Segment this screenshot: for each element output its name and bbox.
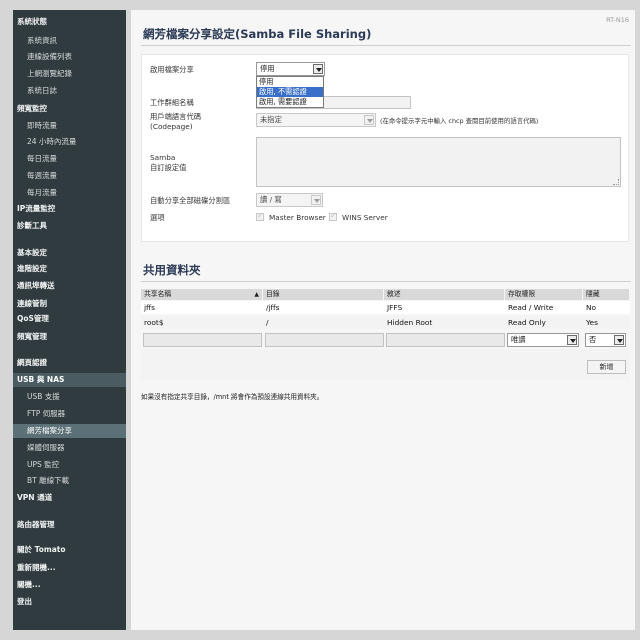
col-header-hidden[interactable]: 隱藏 [583,289,629,300]
enable-sharing-value: 停用 [260,64,275,73]
col-header-share-name[interactable]: 共享名稱 ▲ [141,289,262,300]
new-directory-input[interactable] [265,333,384,347]
workgroup-label: 工作群組名稱 [150,98,194,107]
sidebar-item[interactable]: 進階設定 [13,262,126,276]
dropdown-option[interactable]: 停用 [257,77,323,87]
enable-sharing-select[interactable]: 停用 [256,62,325,76]
cell-directory: /jffs [266,303,280,312]
sidebar-item[interactable]: FTP 伺服器 [13,407,126,421]
dropdown-option[interactable]: 啟用, 不需認證 [257,87,323,97]
codepage-label: 用戶端語言代碼 [150,112,202,121]
custom-config-textarea[interactable] [256,137,621,187]
autoshare-value: 讀 / 寫 [260,195,282,204]
enable-sharing-label: 啟用檔案分享 [150,65,194,74]
sidebar-item[interactable]: 網芳檔案分享 [13,424,126,438]
sidebar-item[interactable]: 登出 [13,595,126,609]
new-access-value: 唯讀 [511,335,526,344]
main-content: RT-N16 網芳檔案分享設定(Samba File Sharing) 啟用檔案… [131,10,635,630]
new-description-input[interactable] [386,333,505,347]
codepage-select[interactable]: 未指定 [256,113,376,127]
window-frame [0,0,13,640]
chevron-down-icon [364,115,374,125]
sidebar-item[interactable]: USB 支援 [13,390,126,404]
custom-config-label: Samba [150,153,176,162]
sidebar-item[interactable]: USB 與 NAS [13,373,126,387]
cell-directory: / [266,318,269,327]
cell-description: Hidden Root [387,318,433,327]
sidebar-item[interactable]: VPN 通道 [13,491,126,505]
resize-grip-icon[interactable] [613,179,619,185]
sidebar-item[interactable]: 系統資訊 [13,34,126,48]
new-hidden-value: 否 [589,335,597,344]
new-access-select[interactable]: 唯讀 [507,333,579,347]
shares-footnote: 如果沒有指定共享目錄，/mnt 將會作為預設連線共用資料夾。 [141,393,324,401]
sidebar-item[interactable]: 系統狀態 [13,15,126,29]
sidebar-item[interactable]: 基本設定 [13,246,126,260]
add-share-button[interactable]: 新增 [587,360,626,374]
sidebar-item[interactable]: 上網瀏覽紀錄 [13,67,126,81]
wins-server-label: WINS Server [342,213,388,222]
new-share-name-input[interactable] [143,333,262,347]
samba-settings-title: 網芳檔案分享設定(Samba File Sharing) [143,27,372,41]
sidebar-item[interactable]: QoS管理 [13,312,126,326]
shares-divider [141,281,631,282]
chevron-down-icon [567,335,577,345]
sidebar-item[interactable]: 媒體伺服器 [13,441,126,455]
sidebar-item[interactable]: 關於 Tomato [13,543,126,557]
autoshare-select[interactable]: 讀 / 寫 [256,193,323,207]
sidebar-item[interactable]: 網頁認證 [13,356,126,370]
sidebar-item[interactable]: 重新開機... [13,561,126,575]
chevron-down-icon [614,335,624,345]
codepage-hint: (在命令提示字元中輸入 chcp 查閱目前使用的語言代碼) [380,117,539,125]
cell-access: Read / Write [508,303,554,312]
sidebar-item[interactable]: 24 小時內流量 [13,135,126,149]
autoshare-label: 自動分享全部磁碟分割區 [150,196,231,205]
shares-title: 共用資料夾 [143,263,201,277]
sidebar-item[interactable]: IP流量監控 [13,202,126,216]
cell-share-name: root$ [144,318,164,327]
enable-sharing-dropdown: 停用 啟用, 不需認證 啟用, 需要認證 [256,76,324,108]
sidebar-item[interactable]: 頻寬管理 [13,330,126,344]
cell-hidden: No [586,303,597,312]
chevron-down-icon [311,195,321,205]
sidebar-item[interactable]: 即時流量 [13,119,126,133]
sidebar-item[interactable]: BT 離線下載 [13,474,126,488]
new-hidden-select[interactable]: 否 [585,333,626,347]
cell-access: Read Only [508,318,546,327]
custom-config-label-sub: 自訂設定值 [150,163,187,172]
cell-description: JFFS [387,303,403,312]
sidebar-item[interactable]: 每月流量 [13,186,126,200]
chevron-down-icon [313,64,323,74]
col-header-description[interactable]: 敘述 [384,289,504,300]
sidebar-item[interactable]: 每週流量 [13,169,126,183]
col-header-directory[interactable]: 目錄 [263,289,383,300]
sidebar-item[interactable]: 頻寬監控 [13,102,126,116]
sidebar-item[interactable]: 連線管制 [13,297,126,311]
samba-settings-panel: 啟用檔案分享 停用 工作群組名稱 用戶端語言代碼 (Codepage) 未指定 … [141,54,629,242]
sidebar-item[interactable]: 每日流量 [13,152,126,166]
sidebar-item[interactable]: 通訊埠轉送 [13,279,126,293]
sort-asc-icon: ▲ [254,291,259,298]
codepage-label-sub: (Codepage) [150,122,193,131]
codepage-value: 未指定 [260,115,282,124]
col-header-access[interactable]: 存取權限 [505,289,582,300]
sidebar-nav: 系統狀態系統資訊連線設備列表 上網瀏覽紀錄 系統日誌頻寬監控即時流量 24 小時內流量… [13,10,126,630]
cell-hidden: Yes [586,318,598,327]
sidebar-item[interactable]: 診斷工具 [13,219,126,233]
title-divider [141,45,631,46]
master-browser-label: Master Browser [269,213,326,222]
wins-server-checkbox[interactable] [329,211,337,221]
sidebar-item[interactable]: 系統日誌 [13,84,126,98]
add-row-area [141,349,630,380]
master-browser-checkbox[interactable] [256,211,264,221]
dropdown-option[interactable]: 啟用, 需要認證 [257,97,323,107]
sidebar-item[interactable]: 路由器管理 [13,518,126,532]
sidebar-item[interactable]: UPS 監控 [13,458,126,472]
cell-share-name: jffs [144,303,155,312]
router-model: RT-N16 [606,16,629,24]
options-label: 選項 [150,213,165,222]
sidebar-item[interactable]: 關機... [13,578,126,592]
sidebar-item[interactable]: 連線設備列表 [13,50,126,64]
